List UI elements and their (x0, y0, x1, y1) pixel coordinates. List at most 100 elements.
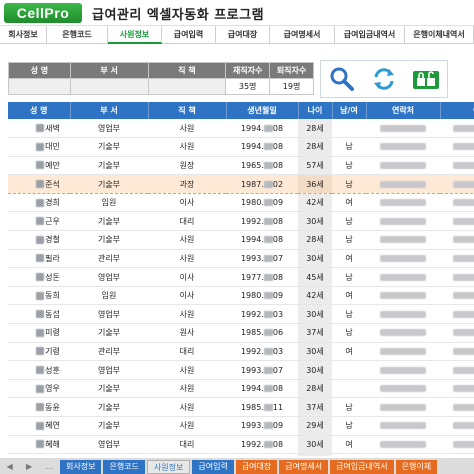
sheet-tab-3[interactable]: 사원정보 (146, 460, 191, 474)
table-row[interactable]: 예만 기술부 원장 1965. 08 57세 남 (8, 156, 474, 176)
redacted-phone (380, 161, 426, 169)
redacted-mark (263, 180, 273, 188)
redacted-phone (380, 440, 426, 448)
table-row[interactable]: 성훈 영업부 사원 1993. 07 30세 (8, 360, 474, 380)
table-row[interactable]: 혜연 기술부 사원 1993. 09 29세 남 (8, 416, 474, 436)
search-button[interactable] (325, 64, 359, 94)
menu-item-4[interactable]: 급여입력 (162, 26, 216, 44)
employee-email (440, 360, 474, 380)
more-sheets-icon[interactable]: … (45, 462, 53, 471)
summary-header-employed: 재직자수 (225, 62, 271, 79)
menu-item-3[interactable]: 사원정보 (108, 26, 162, 44)
employee-birthdate: 1994.08 (226, 137, 298, 157)
table-row[interactable]: 혜해 영업부 대리 1992. 08 30세 여 (8, 435, 474, 455)
table-row[interactable]: 동윤 기술부 사원 1985. 11 37세 남 (8, 397, 474, 417)
redacted-mark (263, 143, 273, 151)
prev-sheet-icon[interactable]: ◀ (7, 462, 13, 471)
redacted-mark (263, 385, 273, 393)
redacted-email (453, 161, 474, 169)
employee-email (440, 397, 474, 417)
column-header-5[interactable]: 나이 (298, 102, 333, 119)
sheet-tab-navigation: ◀ ▶ … (0, 458, 60, 474)
redacted-email (453, 440, 474, 448)
table-row[interactable]: 근우 기술부 대리 1992. 08 30세 남 (8, 211, 474, 232)
column-header-1[interactable]: 성 명 (8, 102, 71, 119)
employee-phone (366, 416, 440, 436)
sheet-tab-1[interactable]: 회사정보 (60, 460, 102, 474)
summary-dept-filter[interactable] (69, 78, 149, 95)
table-row[interactable]: 대민 기술부 사원 1994. 08 28세 남 (8, 137, 474, 157)
column-header-7[interactable]: 연락처 (366, 102, 441, 119)
app-logo: CellPro (4, 3, 82, 23)
menu-item-1[interactable]: 회사정보 (0, 26, 47, 44)
table-row[interactable]: 성돈 영업부 이사 1977. 08 45세 남 (8, 267, 474, 287)
employee-phone (366, 342, 440, 362)
employee-email (440, 211, 474, 232)
table-row[interactable]: 경희 임원 이사 1980. 09 42세 여 (8, 193, 474, 213)
table-row[interactable]: 동섭 영업부 사원 1992. 03 30세 남 (8, 304, 474, 325)
redacted-mark (36, 384, 45, 393)
table-row[interactable]: 경철 기술부 사원 1994. 08 28세 남 (8, 230, 474, 250)
employee-name: 성돈 (8, 267, 70, 287)
refresh-button[interactable] (367, 64, 401, 94)
table-row[interactable]: 준석 기술부 과장 1987. 02 36세 남 (8, 174, 474, 194)
redacted-mark (36, 124, 45, 133)
employee-age: 28세 (298, 379, 332, 399)
retired-count: 19명 (269, 78, 314, 95)
column-header-8[interactable]: 이메일 (440, 102, 474, 119)
table-row[interactable]: 미령 기술부 원사 1985. 06 37세 남 (8, 323, 474, 343)
redacted-mark (263, 422, 273, 430)
employee-email (440, 416, 474, 436)
redacted-email (453, 385, 474, 393)
employee-phone (366, 304, 440, 325)
redacted-email (453, 292, 474, 300)
unlock-button[interactable] (409, 64, 443, 94)
table-row[interactable]: 기령 관리부 대리 1992. 03 30세 여 (8, 342, 474, 362)
employee-dept: 임원 (70, 193, 148, 213)
column-header-6[interactable]: 남/여 (332, 102, 367, 119)
menu-item-6[interactable]: 급여명세서 (270, 26, 335, 44)
sheet-tab-5[interactable]: 급여대장 (235, 460, 278, 474)
column-header-4[interactable]: 생년월일 (226, 102, 299, 119)
menu-item-5[interactable]: 급여대장 (216, 26, 270, 44)
employee-table: 성 명부 서직 책생년월일나이남/여연락처이메일 새벽영업부사원1994.082… (8, 102, 474, 456)
employee-phone (366, 379, 440, 399)
employee-phone (366, 453, 440, 456)
employee-gender: 남 (332, 397, 366, 417)
employee-gender: 남 (332, 156, 366, 176)
table-row[interactable]: 동희 임원 이사 1980. 09 42세 여 (8, 286, 474, 306)
table-row[interactable]: 필라 관리부 사원 1993. 07 30세 여 (8, 249, 474, 269)
table-row[interactable]: 한별기술부사원1994.0828세 (8, 453, 474, 456)
summary-header-dept: 부 서 (69, 62, 149, 79)
redacted-mark (263, 217, 273, 225)
menu-item-2[interactable]: 은행코드 (47, 26, 108, 44)
menu-item-7[interactable]: 급여입금내역서 (335, 26, 405, 44)
employee-position: 이사 (148, 286, 226, 306)
employee-birthdate: 1994.08 (226, 453, 298, 456)
sheet-tab-2[interactable]: 은행코드 (103, 460, 145, 474)
employee-name: 근우 (8, 211, 70, 232)
employee-phone (366, 397, 440, 417)
redacted-phone (380, 124, 426, 132)
summary-position-filter[interactable] (147, 78, 227, 95)
table-row[interactable]: 새벽 영업부 사원 1994. 08 28세 (8, 119, 474, 139)
column-header-2[interactable]: 부 서 (70, 102, 149, 119)
redacted-email (453, 254, 474, 262)
redacted-mark (263, 440, 273, 448)
employee-phone (366, 193, 440, 213)
employee-name: 동섭 (8, 304, 70, 325)
sheet-tab-7[interactable]: 급여입금내역서 (330, 460, 394, 474)
column-header-3[interactable]: 직 책 (148, 102, 227, 119)
sheet-tab-6[interactable]: 급여명세서 (279, 460, 329, 474)
menu-item-8[interactable]: 은행이체내역서 (405, 26, 474, 44)
redacted-mark (263, 347, 273, 355)
sheet-tab-4[interactable]: 급여입력 (192, 460, 234, 474)
sheet-tab-8[interactable]: 은행이체 (395, 460, 438, 474)
employee-position: 사원 (148, 379, 226, 399)
employee-birthdate: 1994.08 (226, 379, 298, 399)
redacted-phone (380, 217, 426, 225)
redacted-email (453, 347, 474, 355)
table-row[interactable]: 영우 기술부 사원 1994. 08 28세 (8, 379, 474, 399)
summary-name-filter[interactable] (8, 78, 71, 95)
next-sheet-icon[interactable]: ▶ (26, 462, 32, 471)
